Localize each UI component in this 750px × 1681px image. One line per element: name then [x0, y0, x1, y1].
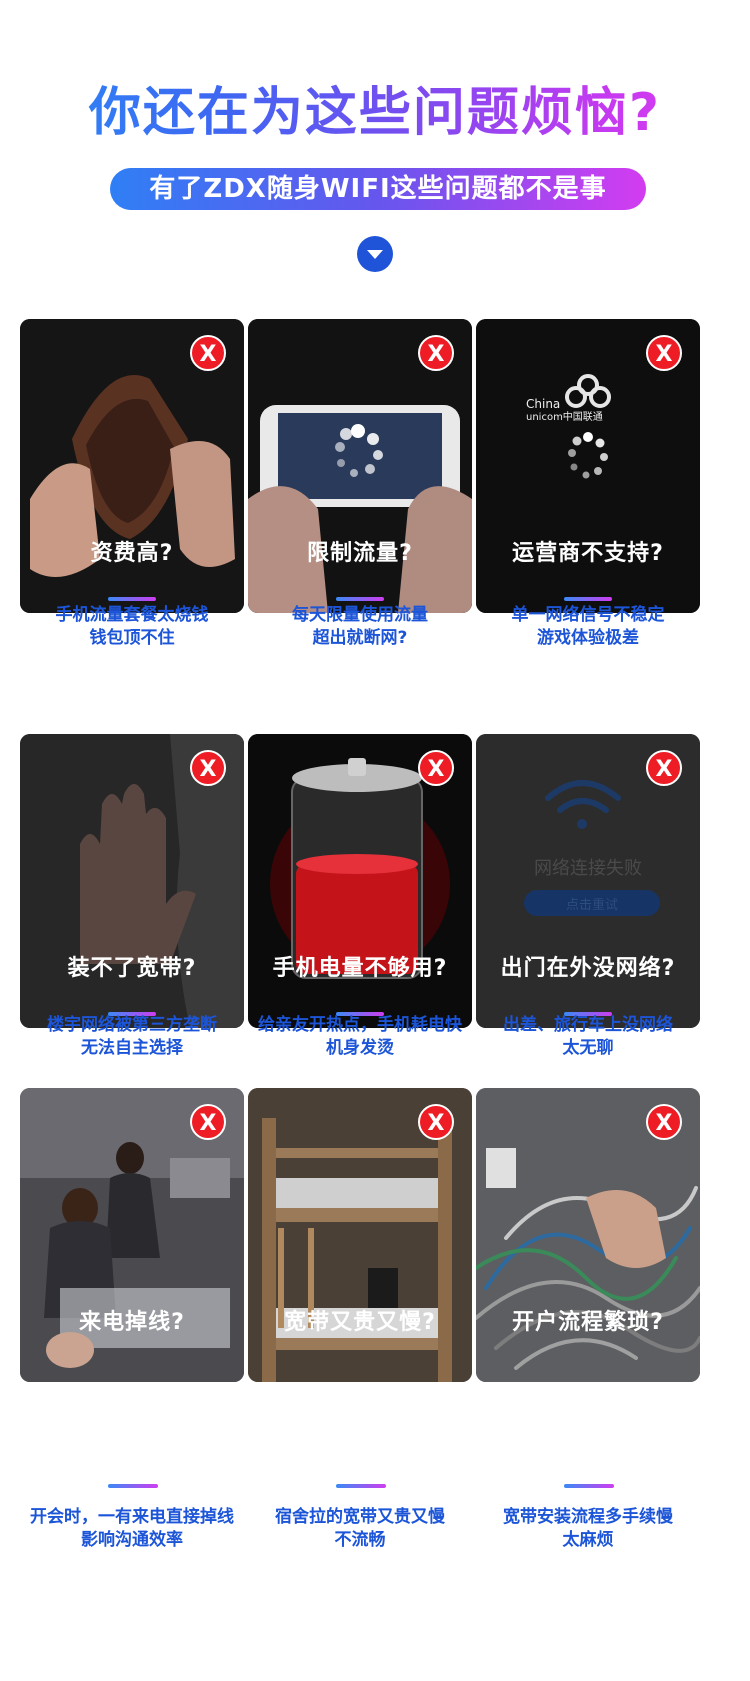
- desc-line: 开会时，一有来电直接掉线: [30, 1507, 234, 1527]
- x-mark-icon: X: [646, 1104, 682, 1140]
- card-caption: 出门在外没网络?: [500, 956, 676, 981]
- desc-line: 出差、旅行车上没网络: [503, 1015, 673, 1035]
- card-caption: 装不了宽带?: [67, 956, 197, 981]
- card-caption: 运营商不支持?: [512, 541, 664, 566]
- desc-line: 每天限量使用流量: [292, 605, 428, 625]
- desc-line: 楼宇网络被第三方垄断: [47, 1015, 217, 1035]
- card-underline: [336, 1484, 386, 1488]
- desc-line: 机身发烫: [326, 1038, 394, 1058]
- desc-line: 影响沟通效率: [81, 1530, 183, 1550]
- network-fail-text: 网络连接失败: [534, 858, 642, 879]
- desc-line: 宽带安装流程多手续慢: [503, 1507, 673, 1527]
- desc-line: 无法自主选择: [81, 1038, 183, 1058]
- x-mark-icon: X: [190, 750, 226, 786]
- card-caption: 资费高?: [90, 541, 174, 566]
- desc-line: 单一网络信号不稳定: [511, 605, 665, 625]
- card-underline: [108, 1484, 158, 1488]
- desc-line: 钱包顶不住: [89, 628, 175, 648]
- card-description: 楼宇网络被第三方垄断 无法自主选择: [0, 1014, 264, 1060]
- unicom-logo-text: China unicom中国联通: [526, 397, 603, 425]
- desc-line: 太无聊: [562, 1038, 614, 1058]
- card-description: 给亲友开热点，手机耗电快 机身发烫: [226, 1014, 494, 1060]
- unicom-line2: unicom中国联通: [526, 412, 603, 423]
- x-mark-icon: X: [646, 335, 682, 371]
- card-caption: 手机电量不够用?: [272, 956, 448, 981]
- retry-button[interactable]: 点击重试: [524, 894, 660, 913]
- card-limited-data: X 限制流量?: [248, 319, 472, 613]
- x-mark-icon: X: [190, 335, 226, 371]
- card-carrier: China unicom中国联通 X 运营商不支持?: [476, 319, 700, 613]
- page-headline: 你还在为这些问题烦恼?: [0, 78, 750, 148]
- card-description: 宽带安装流程多手续慢 太麻烦: [463, 1506, 713, 1552]
- card-caption: 限制流量?: [307, 541, 413, 566]
- unicom-line1: China: [526, 397, 561, 411]
- card-caption: 开户流程繁琐?: [512, 1310, 664, 1335]
- card-account-setup: X 开户流程繁琐?: [476, 1088, 700, 1382]
- x-mark-icon: X: [418, 335, 454, 371]
- desc-line: 超出就断网?: [312, 628, 408, 648]
- x-mark-icon: X: [646, 750, 682, 786]
- x-mark-icon: X: [418, 750, 454, 786]
- card-underline: [336, 597, 384, 601]
- card-underline: [108, 597, 156, 601]
- desc-line: 手机流量套餐太烧钱: [55, 605, 209, 625]
- desc-line: 太麻烦: [562, 1530, 614, 1550]
- card-underline: [564, 597, 612, 601]
- card-dorm-broadband: X 宽带又贵又慢?: [248, 1088, 472, 1382]
- desc-line: 不流畅: [334, 1530, 386, 1550]
- card-description: 每天限量使用流量 超出就断网?: [235, 604, 485, 650]
- desc-line: 给亲友开热点，手机耗电快: [258, 1015, 462, 1035]
- x-mark-icon: X: [418, 1104, 454, 1140]
- desc-line: 游戏体验极差: [537, 628, 639, 648]
- card-no-broadband: X 装不了宽带?: [20, 734, 244, 1028]
- card-low-battery: X 手机电量不够用?: [248, 734, 472, 1028]
- desc-line: 宿舍拉的宽带又贵又慢: [275, 1507, 445, 1527]
- card-description: 开会时，一有来电直接掉线 影响沟通效率: [0, 1506, 264, 1552]
- card-description: 单一网络信号不稳定 游戏体验极差: [463, 604, 713, 650]
- card-no-network: 网络连接失败 点击重试 X 出门在外没网络?: [476, 734, 700, 1028]
- card-caption: 来电掉线?: [79, 1310, 185, 1335]
- chevron-down-icon: [367, 250, 383, 259]
- card-call-drop: X 来电掉线?: [20, 1088, 244, 1382]
- subtitle-banner: 有了ZDX随身WIFI这些问题都不是事: [110, 168, 646, 210]
- card-description: 出差、旅行车上没网络 太无聊: [463, 1014, 713, 1060]
- scroll-down-button[interactable]: [357, 236, 393, 272]
- x-mark-icon: X: [190, 1104, 226, 1140]
- card-high-cost: X 资费高?: [20, 319, 244, 613]
- card-description: 手机流量套餐太烧钱 钱包顶不住: [7, 604, 257, 650]
- card-underline: [564, 1484, 614, 1488]
- card-caption: 宽带又贵又慢?: [284, 1310, 436, 1335]
- card-description: 宿舍拉的宽带又贵又慢 不流畅: [235, 1506, 485, 1552]
